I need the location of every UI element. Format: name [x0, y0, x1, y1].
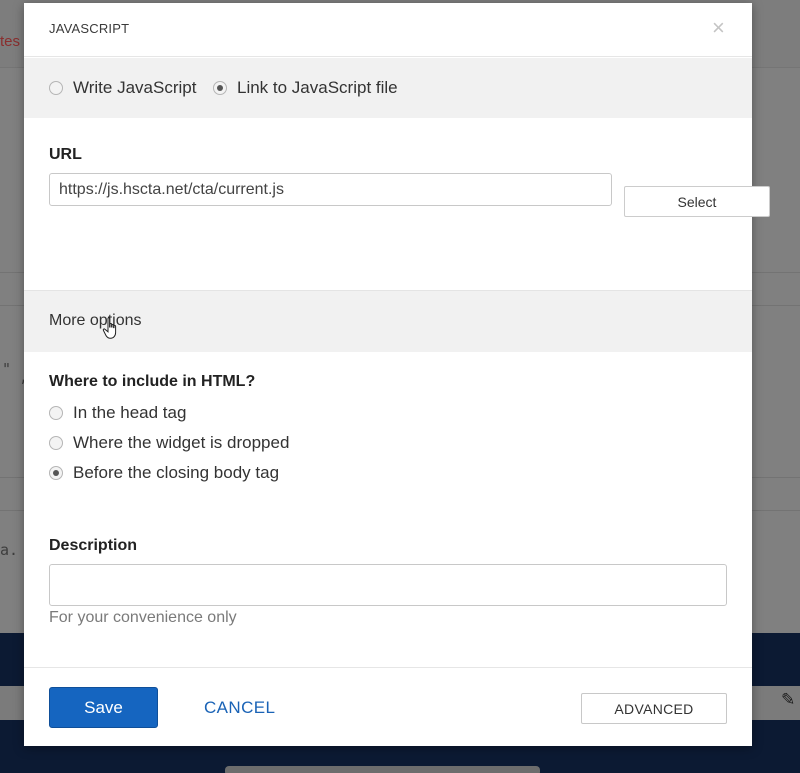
radio-head-tag[interactable]: In the head tag: [49, 403, 186, 423]
close-icon[interactable]: ×: [712, 17, 725, 39]
radio-unchecked-icon[interactable]: [49, 81, 63, 95]
radio-write-javascript[interactable]: Write JavaScript: [49, 78, 196, 98]
description-input[interactable]: [49, 564, 727, 606]
modal-title: JAVASCRIPT: [49, 21, 130, 36]
modal-header: JAVASCRIPT ×: [24, 3, 752, 57]
cancel-button[interactable]: CANCEL: [204, 698, 275, 718]
url-input[interactable]: [49, 173, 612, 206]
footer-divider: [24, 667, 752, 668]
source-type-section: Write JavaScript Link to JavaScript file: [24, 58, 752, 118]
hand-cursor-icon: [102, 317, 117, 339]
radio-label: Write JavaScript: [73, 78, 197, 97]
radio-label: In the head tag: [73, 403, 187, 422]
javascript-modal: JAVASCRIPT × Write JavaScript Link to Ja…: [24, 3, 770, 746]
radio-widget-dropped[interactable]: Where the widget is dropped: [49, 433, 289, 453]
background-partial-text: tes: [0, 33, 21, 50]
radio-label: Link to JavaScript file: [237, 78, 398, 97]
url-label: URL: [49, 146, 82, 163]
description-label: Description: [49, 537, 138, 554]
radio-checked-icon[interactable]: [213, 81, 227, 95]
radio-unchecked-icon[interactable]: [49, 436, 63, 450]
radio-unchecked-icon[interactable]: [49, 406, 63, 420]
pencil-icon: ✎: [781, 690, 796, 709]
radio-before-closing-body[interactable]: Before the closing body tag: [49, 463, 279, 483]
radio-label: Before the closing body tag: [73, 463, 280, 482]
include-location-label: Where to include in HTML?: [49, 373, 256, 390]
background-code-glyph: ": [2, 360, 12, 378]
description-helper-text: For your convenience only: [49, 609, 237, 626]
background-scroll-bar: [225, 766, 540, 773]
more-options-toggle[interactable]: More options: [49, 312, 142, 330]
radio-label: Where the widget is dropped: [73, 433, 290, 452]
radio-link-javascript-file[interactable]: Link to JavaScript file: [213, 78, 398, 98]
radio-checked-icon[interactable]: [49, 466, 63, 480]
select-button[interactable]: Select: [624, 186, 770, 217]
save-button[interactable]: Save: [49, 687, 158, 728]
background-code-glyph: a.: [0, 541, 19, 559]
advanced-button[interactable]: ADVANCED: [581, 693, 727, 724]
